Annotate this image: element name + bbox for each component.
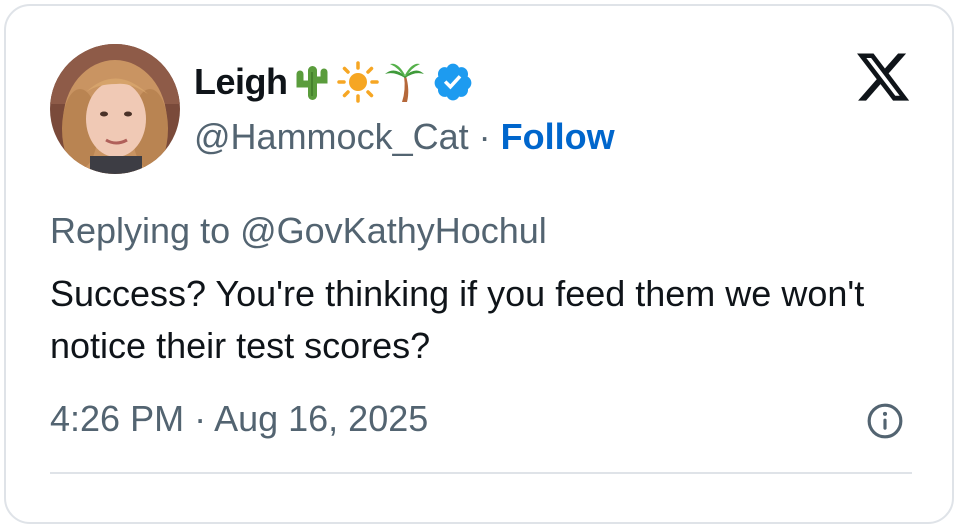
separator-dot: · [478, 116, 491, 157]
avatar-image [50, 44, 180, 174]
avatar[interactable] [50, 44, 180, 174]
divider [50, 472, 912, 474]
cactus-icon [290, 60, 334, 104]
sun-icon [336, 60, 380, 104]
info-icon[interactable] [866, 402, 904, 440]
author-handle[interactable]: @Hammock_Cat [194, 116, 469, 158]
replying-to[interactable]: Replying to @GovKathyHochul [50, 210, 547, 254]
handle-row: @Hammock_Cat · Follow [194, 114, 615, 160]
tweet-card[interactable]: Leigh @Hammock_Cat · Follow Replying to … [4, 4, 954, 524]
palm-tree-icon [382, 60, 426, 104]
x-logo-icon[interactable] [854, 48, 912, 106]
verified-badge-icon[interactable] [432, 61, 474, 103]
tweet-timestamp[interactable]: 4:26 PM · Aug 16, 2025 [50, 398, 428, 446]
follow-button[interactable]: Follow [501, 116, 615, 158]
author-name-row[interactable]: Leigh [194, 56, 474, 108]
tweet-text: Success? You're thinking if you feed the… [50, 273, 865, 366]
author-name[interactable]: Leigh [194, 61, 288, 103]
